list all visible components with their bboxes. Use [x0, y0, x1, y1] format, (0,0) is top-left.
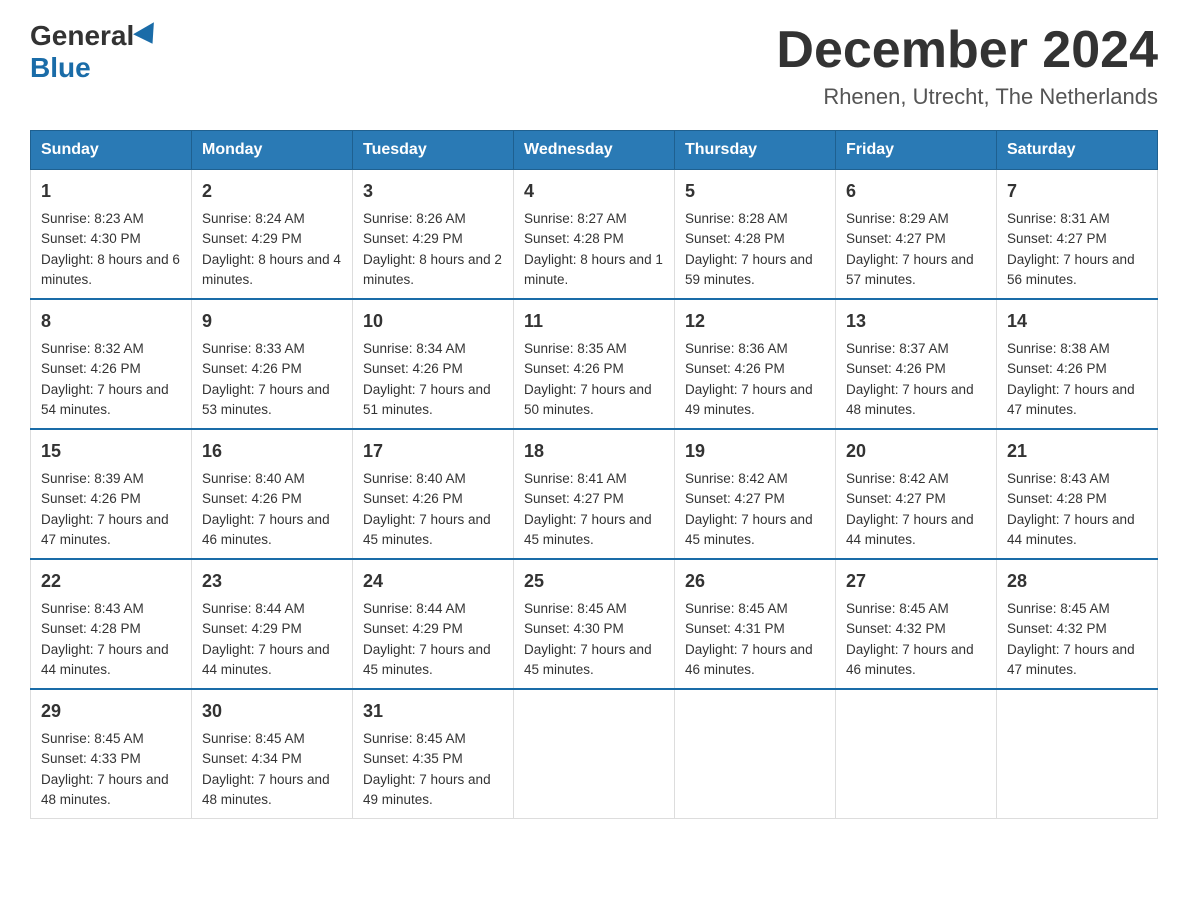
col-wednesday: Wednesday [514, 131, 675, 170]
logo: General Blue [30, 20, 162, 84]
table-row: 14Sunrise: 8:38 AMSunset: 4:26 PMDayligh… [997, 299, 1158, 429]
logo-general: General [30, 20, 134, 52]
day-number: 8 [41, 308, 181, 335]
col-friday: Friday [836, 131, 997, 170]
table-row: 27Sunrise: 8:45 AMSunset: 4:32 PMDayligh… [836, 559, 997, 689]
day-number: 28 [1007, 568, 1147, 595]
table-row: 29Sunrise: 8:45 AMSunset: 4:33 PMDayligh… [31, 689, 192, 819]
table-row: 22Sunrise: 8:43 AMSunset: 4:28 PMDayligh… [31, 559, 192, 689]
calendar-week-1: 1Sunrise: 8:23 AMSunset: 4:30 PMDaylight… [31, 170, 1158, 300]
table-row [675, 689, 836, 819]
table-row: 24Sunrise: 8:44 AMSunset: 4:29 PMDayligh… [353, 559, 514, 689]
day-number: 21 [1007, 438, 1147, 465]
title-section: December 2024 Rhenen, Utrecht, The Nethe… [776, 20, 1158, 110]
day-number: 11 [524, 308, 664, 335]
calendar-header-row: Sunday Monday Tuesday Wednesday Thursday… [31, 131, 1158, 170]
day-number: 2 [202, 178, 342, 205]
calendar-body: 1Sunrise: 8:23 AMSunset: 4:30 PMDaylight… [31, 170, 1158, 819]
day-number: 30 [202, 698, 342, 725]
table-row: 16Sunrise: 8:40 AMSunset: 4:26 PMDayligh… [192, 429, 353, 559]
table-row: 2Sunrise: 8:24 AMSunset: 4:29 PMDaylight… [192, 170, 353, 300]
location: Rhenen, Utrecht, The Netherlands [776, 84, 1158, 110]
table-row: 21Sunrise: 8:43 AMSunset: 4:28 PMDayligh… [997, 429, 1158, 559]
day-number: 4 [524, 178, 664, 205]
table-row: 4Sunrise: 8:27 AMSunset: 4:28 PMDaylight… [514, 170, 675, 300]
table-row [514, 689, 675, 819]
day-number: 9 [202, 308, 342, 335]
day-number: 24 [363, 568, 503, 595]
day-number: 14 [1007, 308, 1147, 335]
table-row: 7Sunrise: 8:31 AMSunset: 4:27 PMDaylight… [997, 170, 1158, 300]
day-number: 5 [685, 178, 825, 205]
day-number: 6 [846, 178, 986, 205]
col-monday: Monday [192, 131, 353, 170]
day-number: 23 [202, 568, 342, 595]
month-title: December 2024 [776, 20, 1158, 80]
calendar-week-2: 8Sunrise: 8:32 AMSunset: 4:26 PMDaylight… [31, 299, 1158, 429]
day-number: 17 [363, 438, 503, 465]
table-row: 1Sunrise: 8:23 AMSunset: 4:30 PMDaylight… [31, 170, 192, 300]
table-row: 17Sunrise: 8:40 AMSunset: 4:26 PMDayligh… [353, 429, 514, 559]
calendar-week-5: 29Sunrise: 8:45 AMSunset: 4:33 PMDayligh… [31, 689, 1158, 819]
col-tuesday: Tuesday [353, 131, 514, 170]
page-header: General Blue December 2024 Rhenen, Utrec… [30, 20, 1158, 110]
table-row: 10Sunrise: 8:34 AMSunset: 4:26 PMDayligh… [353, 299, 514, 429]
day-number: 12 [685, 308, 825, 335]
table-row: 5Sunrise: 8:28 AMSunset: 4:28 PMDaylight… [675, 170, 836, 300]
logo-text: General [30, 20, 162, 52]
table-row: 19Sunrise: 8:42 AMSunset: 4:27 PMDayligh… [675, 429, 836, 559]
calendar-table: Sunday Monday Tuesday Wednesday Thursday… [30, 130, 1158, 819]
day-number: 7 [1007, 178, 1147, 205]
table-row: 30Sunrise: 8:45 AMSunset: 4:34 PMDayligh… [192, 689, 353, 819]
day-number: 13 [846, 308, 986, 335]
table-row: 18Sunrise: 8:41 AMSunset: 4:27 PMDayligh… [514, 429, 675, 559]
day-number: 31 [363, 698, 503, 725]
calendar-week-3: 15Sunrise: 8:39 AMSunset: 4:26 PMDayligh… [31, 429, 1158, 559]
col-saturday: Saturday [997, 131, 1158, 170]
table-row: 23Sunrise: 8:44 AMSunset: 4:29 PMDayligh… [192, 559, 353, 689]
table-row: 15Sunrise: 8:39 AMSunset: 4:26 PMDayligh… [31, 429, 192, 559]
table-row: 26Sunrise: 8:45 AMSunset: 4:31 PMDayligh… [675, 559, 836, 689]
table-row: 11Sunrise: 8:35 AMSunset: 4:26 PMDayligh… [514, 299, 675, 429]
table-row [836, 689, 997, 819]
table-row: 20Sunrise: 8:42 AMSunset: 4:27 PMDayligh… [836, 429, 997, 559]
day-number: 16 [202, 438, 342, 465]
day-number: 3 [363, 178, 503, 205]
day-number: 22 [41, 568, 181, 595]
day-number: 1 [41, 178, 181, 205]
logo-arrow-icon [133, 22, 163, 50]
day-number: 29 [41, 698, 181, 725]
col-sunday: Sunday [31, 131, 192, 170]
table-row: 25Sunrise: 8:45 AMSunset: 4:30 PMDayligh… [514, 559, 675, 689]
day-number: 15 [41, 438, 181, 465]
day-number: 20 [846, 438, 986, 465]
day-number: 19 [685, 438, 825, 465]
calendar-week-4: 22Sunrise: 8:43 AMSunset: 4:28 PMDayligh… [31, 559, 1158, 689]
table-row: 9Sunrise: 8:33 AMSunset: 4:26 PMDaylight… [192, 299, 353, 429]
table-row: 3Sunrise: 8:26 AMSunset: 4:29 PMDaylight… [353, 170, 514, 300]
table-row: 12Sunrise: 8:36 AMSunset: 4:26 PMDayligh… [675, 299, 836, 429]
day-number: 26 [685, 568, 825, 595]
day-number: 18 [524, 438, 664, 465]
logo-blue: Blue [30, 52, 91, 84]
day-number: 25 [524, 568, 664, 595]
day-number: 10 [363, 308, 503, 335]
table-row: 8Sunrise: 8:32 AMSunset: 4:26 PMDaylight… [31, 299, 192, 429]
day-number: 27 [846, 568, 986, 595]
table-row: 13Sunrise: 8:37 AMSunset: 4:26 PMDayligh… [836, 299, 997, 429]
col-thursday: Thursday [675, 131, 836, 170]
table-row: 28Sunrise: 8:45 AMSunset: 4:32 PMDayligh… [997, 559, 1158, 689]
table-row: 6Sunrise: 8:29 AMSunset: 4:27 PMDaylight… [836, 170, 997, 300]
table-row: 31Sunrise: 8:45 AMSunset: 4:35 PMDayligh… [353, 689, 514, 819]
table-row [997, 689, 1158, 819]
